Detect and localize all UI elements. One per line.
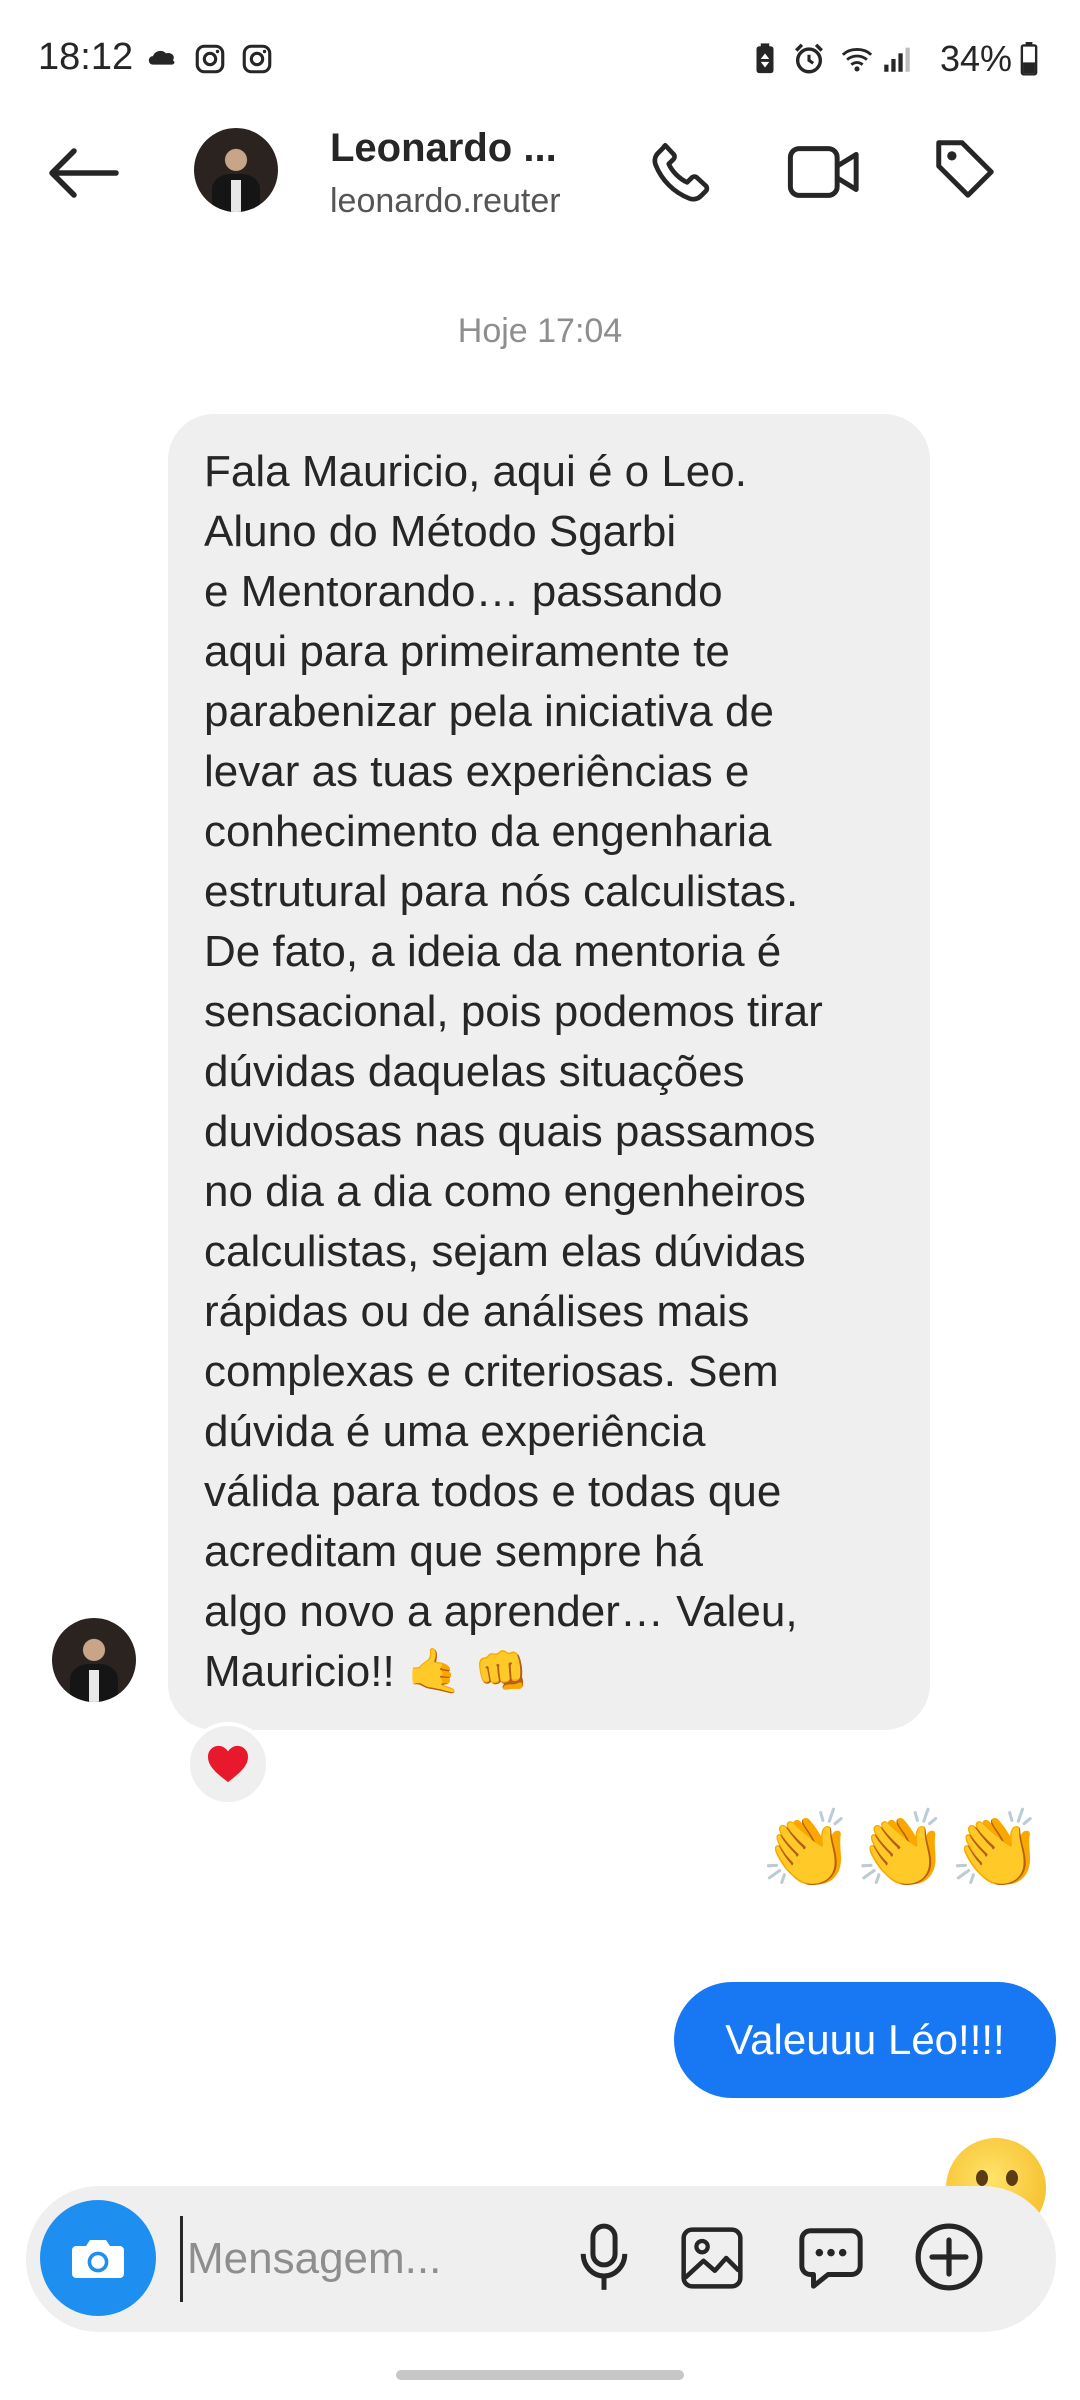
add-icon[interactable] (912, 2220, 986, 2294)
battery-percent: 34% (940, 38, 1013, 79)
contact-username[interactable]: leonardo.reuter (330, 182, 561, 221)
message-line: De fato, a ideia da mentoria é (204, 927, 782, 976)
cloud-icon (148, 50, 175, 65)
message-line: calculistas, sejam elas dúvidas (204, 1227, 806, 1276)
back-arrow-icon[interactable] (46, 146, 120, 200)
battery-icon (1020, 42, 1038, 76)
message-line: Fala Mauricio, aqui é o Leo. (204, 447, 747, 496)
heart-icon (208, 1745, 248, 1783)
sender-avatar[interactable] (52, 1618, 136, 1702)
message-line: sensacional, pois podemos tirar (204, 987, 823, 1036)
message-line: no dia a dia como engenheiros (204, 1167, 806, 1216)
gallery-icon[interactable] (678, 2224, 746, 2292)
outgoing-message-bubble[interactable]: Valeuuu Léo!!!! (674, 1982, 1056, 2098)
microphone-icon[interactable] (576, 2222, 632, 2294)
camera-button[interactable] (40, 2200, 156, 2316)
message-line: estrutural para nós calculistas. (204, 867, 799, 916)
home-indicator[interactable] (396, 2370, 684, 2380)
message-line: aqui para primeiramente te (204, 627, 730, 676)
wifi-icon (841, 48, 873, 72)
camera-icon (72, 2240, 124, 2278)
message-line: válida para todos e todas que (204, 1467, 782, 1516)
message-line: dúvida é uma experiência (204, 1407, 706, 1456)
contact-avatar[interactable] (194, 128, 278, 212)
signal-icon (884, 47, 910, 72)
message-line: conhecimento da engenharia (204, 807, 772, 856)
message-line: e Mentorando… passando (204, 567, 723, 616)
message-line: rápidas ou de análises mais (204, 1287, 750, 1336)
message-line: duvidosas nas quais passamos (204, 1107, 816, 1156)
message-line: Aluno do Método Sgarbi (204, 507, 677, 556)
instagram-icon (195, 44, 225, 74)
phone-icon[interactable] (646, 138, 716, 208)
message-line: acreditam que sempre há (204, 1527, 703, 1576)
message-line: dúvidas daquelas situações (204, 1047, 745, 1096)
message-line: Mauricio!! 🤙 👊 (204, 1647, 529, 1696)
status-time: 18:12 (38, 36, 134, 78)
tag-icon[interactable] (930, 134, 1000, 204)
message-line: parabenizar pela iniciativa de (204, 687, 774, 736)
message-line: algo novo a aprender… Valeu, (204, 1587, 798, 1636)
battery-saver-icon (756, 43, 774, 74)
instagram-icon (242, 44, 272, 74)
message-line: levar as tuas experiências e (204, 747, 750, 796)
message-input[interactable] (180, 2216, 549, 2302)
sticker-icon[interactable] (796, 2222, 866, 2292)
outgoing-emoji-message[interactable]: 👏👏👏 (728, 1800, 1044, 1900)
heart-reaction[interactable] (186, 1722, 270, 1806)
message-line: complexas e criteriosas. Sem (204, 1347, 779, 1396)
contact-name[interactable]: Leonardo ... (330, 126, 557, 171)
video-icon[interactable] (786, 138, 862, 206)
alarm-icon (795, 43, 823, 74)
incoming-message-bubble[interactable]: Fala Mauricio, aqui é o Leo. Aluno do Mé… (168, 414, 930, 1730)
date-separator: Hoje 17:04 (457, 312, 623, 350)
